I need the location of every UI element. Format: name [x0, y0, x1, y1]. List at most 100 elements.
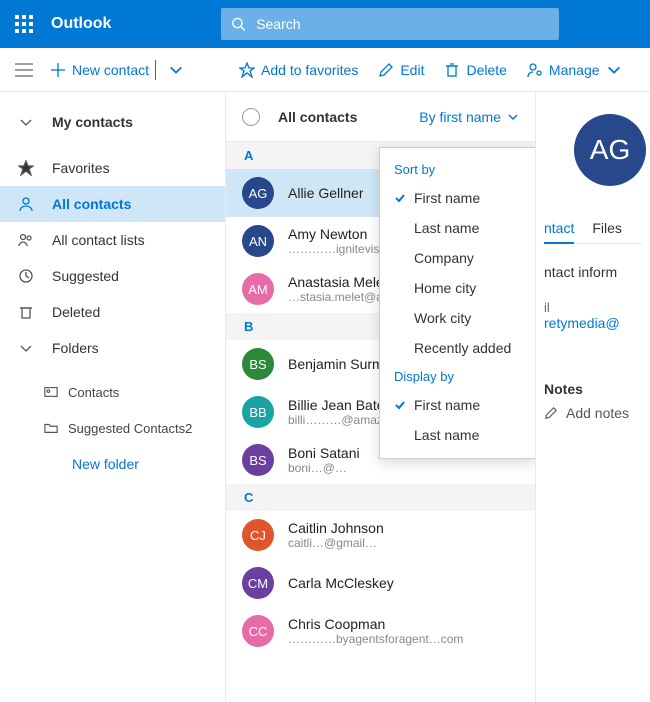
dropdown-item[interactable]: Company — [380, 243, 535, 273]
avatar: BS — [242, 444, 274, 476]
app-launcher[interactable] — [0, 0, 48, 48]
avatar: AG — [242, 177, 274, 209]
list-title: All contacts — [278, 109, 419, 125]
chevron-down-icon — [18, 114, 34, 130]
tab-files[interactable]: Files — [592, 214, 622, 243]
sidebar-label: Contacts — [68, 385, 119, 400]
check-icon — [394, 399, 412, 411]
contact-avatar-large: AG — [574, 114, 646, 186]
manage-button[interactable]: Manage — [517, 48, 632, 91]
add-notes-button[interactable]: Add notes — [544, 405, 642, 421]
sidebar-label: Folders — [52, 340, 99, 356]
search-input[interactable] — [256, 16, 549, 32]
avatar: CM — [242, 567, 274, 599]
contact-name: Caitlin Johnson — [288, 520, 384, 536]
sidebar-favorites[interactable]: Favorites — [0, 150, 225, 186]
clock-icon — [18, 268, 34, 284]
dropdown-item[interactable]: First name — [380, 390, 535, 420]
folder-icon — [44, 421, 58, 435]
section-letter[interactable]: C — [226, 484, 535, 511]
dropdown-item-label: Last name — [414, 220, 479, 236]
contact-info-heading: ntact inform — [544, 264, 642, 280]
hamburger-button[interactable] — [8, 63, 40, 77]
check-icon — [394, 192, 412, 204]
people-icon — [18, 232, 34, 248]
sidebar-my-contacts[interactable]: My contacts — [0, 104, 225, 140]
person-icon — [18, 196, 34, 212]
pencil-icon — [378, 62, 394, 78]
contact-name: Carla McCleskey — [288, 575, 394, 591]
avatar: CJ — [242, 519, 274, 551]
sidebar-deleted[interactable]: Deleted — [0, 294, 225, 330]
sidebar-suggested[interactable]: Suggested — [0, 258, 225, 294]
pencil-icon — [544, 406, 558, 420]
new-folder-button[interactable]: New folder — [0, 446, 225, 482]
contact-card-icon — [44, 385, 58, 399]
email-label: il — [544, 300, 642, 315]
contact-name: Allie Gellner — [288, 185, 363, 201]
select-all-checkbox[interactable] — [242, 108, 260, 126]
avatar: AM — [242, 273, 274, 305]
sort-button[interactable]: By first name — [419, 109, 519, 125]
edit-button[interactable]: Edit — [368, 48, 434, 91]
edit-label: Edit — [400, 62, 424, 78]
star-icon — [18, 160, 34, 176]
person-gear-icon — [527, 62, 543, 78]
delete-button[interactable]: Delete — [434, 48, 516, 91]
chevron-down-icon[interactable] — [168, 62, 184, 78]
sidebar-label: Suggested — [52, 268, 119, 284]
new-contact-button[interactable]: New contact — [50, 62, 149, 78]
sidebar-label: Suggested Contacts2 — [68, 421, 192, 436]
delete-label: Delete — [466, 62, 506, 78]
contact-email: …………byagentsforagent…com — [288, 632, 463, 646]
new-folder-label: New folder — [72, 456, 139, 472]
dropdown-item-label: Home city — [414, 280, 476, 296]
add-notes-label: Add notes — [566, 405, 629, 421]
dropdown-item-label: Last name — [414, 427, 479, 443]
search-box[interactable] — [221, 8, 559, 40]
tab-contact[interactable]: ntact — [544, 214, 574, 244]
sidebar-all-contacts[interactable]: All contacts — [0, 186, 225, 222]
dropdown-item[interactable]: Last name — [380, 420, 535, 450]
contact-row[interactable]: CM Carla McCleskey — [226, 559, 535, 607]
avatar: AN — [242, 225, 274, 257]
dropdown-item-label: Work city — [414, 310, 471, 326]
trash-icon — [444, 62, 460, 78]
dropdown-item[interactable]: Last name — [380, 213, 535, 243]
divider — [155, 60, 156, 80]
contact-name: Chris Coopman — [288, 616, 463, 632]
chevron-down-icon — [606, 62, 622, 78]
contact-email: caitli…@gmail… — [288, 536, 384, 550]
add-favorites-button[interactable]: Add to favorites — [229, 48, 368, 91]
search-icon — [231, 16, 246, 32]
dropdown-item-label: Recently added — [414, 340, 511, 356]
sort-label: By first name — [419, 109, 501, 125]
sidebar-label: Favorites — [52, 160, 110, 176]
contact-row[interactable]: CCChris Coopman…………byagentsforagent…com — [226, 607, 535, 655]
dropdown-item[interactable]: Home city — [380, 273, 535, 303]
star-icon — [239, 62, 255, 78]
sidebar-label: Deleted — [52, 304, 100, 320]
plus-icon — [50, 62, 66, 78]
avatar: BS — [242, 348, 274, 380]
contact-row[interactable]: CJ Caitlin Johnsoncaitli…@gmail… — [226, 511, 535, 559]
contact-name: Boni Satani — [288, 445, 360, 461]
avatar: BB — [242, 396, 274, 428]
sidebar-sub-suggested[interactable]: Suggested Contacts2 — [0, 410, 225, 446]
dropdown-item[interactable]: First name — [380, 183, 535, 213]
sidebar-all-contact-lists[interactable]: All contact lists — [0, 222, 225, 258]
sidebar-sub-contacts[interactable]: Contacts — [0, 374, 225, 410]
email-link[interactable]: retymedia@ — [544, 315, 642, 331]
dd-sort-by-label: Sort by — [380, 156, 535, 183]
sidebar-label: My contacts — [52, 114, 133, 130]
add-favorites-label: Add to favorites — [261, 62, 358, 78]
dropdown-item[interactable]: Recently added — [380, 333, 535, 363]
chevron-down-icon — [18, 340, 34, 356]
notes-heading: Notes — [544, 381, 642, 397]
sidebar-folders[interactable]: Folders — [0, 330, 225, 366]
sidebar-label: All contact lists — [52, 232, 145, 248]
dropdown-item-label: First name — [414, 397, 480, 413]
contact-email: boni…@… — [288, 461, 360, 475]
dropdown-item[interactable]: Work city — [380, 303, 535, 333]
trash-icon — [18, 304, 34, 320]
